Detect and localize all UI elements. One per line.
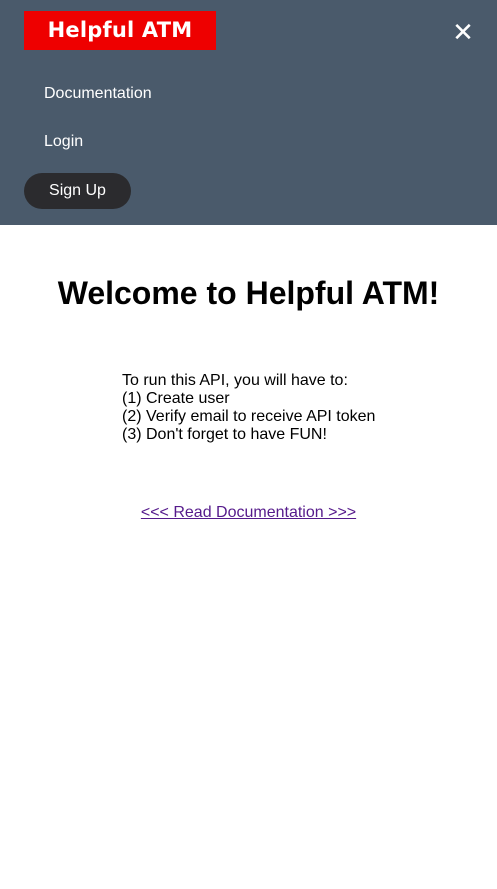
- instructions: To run this API, you will have to: (1) C…: [122, 372, 375, 444]
- instruction-line: To run this API, you will have to:: [122, 372, 348, 389]
- page-title: Welcome to Helpful ATM!: [57, 275, 440, 311]
- navbar: Helpful ATM ✕ Documentation Login Sign U…: [0, 0, 497, 225]
- instruction-line: (3) Don't forget to have FUN!: [122, 426, 327, 443]
- logo[interactable]: Helpful ATM: [24, 11, 216, 50]
- nav-link-documentation[interactable]: Documentation: [44, 84, 152, 104]
- sign-up-button[interactable]: Sign Up: [24, 173, 131, 209]
- read-documentation-link[interactable]: <<< Read Documentation >>>: [141, 504, 356, 521]
- instruction-line: (2) Verify email to receive API token: [122, 408, 376, 425]
- read-documentation-container: <<< Read Documentation >>>: [0, 503, 497, 523]
- instruction-line: (1) Create user: [122, 390, 230, 407]
- close-icon[interactable]: ✕: [450, 20, 476, 46]
- nav-link-login[interactable]: Login: [44, 132, 83, 152]
